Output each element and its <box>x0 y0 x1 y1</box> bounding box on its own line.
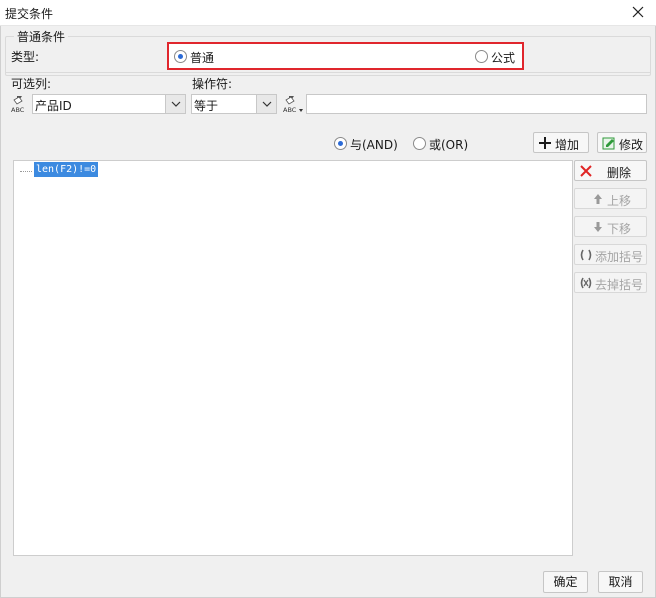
add-button-label: 增加 <box>555 138 580 152</box>
abc-field-icon[interactable]: ABC <box>282 94 304 114</box>
condition-item[interactable]: len(F2)!=0 <box>34 162 99 177</box>
operator-select[interactable]: 等于 <box>191 94 277 114</box>
delete-button[interactable]: 删除 <box>574 160 647 181</box>
plus-icon <box>538 136 552 150</box>
add-brackets-button-label: 添加括号 <box>595 250 644 264</box>
type-selector: 普通 公式 <box>167 42 524 70</box>
column-label: 可选列: <box>11 77 52 91</box>
delete-icon <box>579 164 593 178</box>
brackets-icon <box>579 248 593 262</box>
add-button[interactable]: 增加 <box>533 132 589 153</box>
radio-and-label[interactable]: 与(AND) <box>350 136 398 153</box>
remove-brackets-button-label: 去掉括号 <box>595 278 644 292</box>
column-select[interactable]: 产品ID <box>32 94 186 114</box>
modify-button[interactable]: 修改 <box>597 132 647 153</box>
edit-icon <box>602 136 616 150</box>
cancel-button[interactable]: 取消 <box>598 571 643 593</box>
radio-normal-label[interactable]: 普通 <box>190 49 214 66</box>
operator-label: 操作符: <box>192 77 233 91</box>
radio-formula[interactable] <box>475 50 488 63</box>
ok-button[interactable]: 确定 <box>543 571 588 593</box>
title-bar: 提交条件 <box>0 0 656 26</box>
dialog-body: 普通条件 类型: 普通 公式 可选列: 操作符: ABC 产品ID 等于 ABC… <box>0 26 656 598</box>
operator-select-value: 等于 <box>194 99 219 113</box>
arrow-up-icon <box>591 192 605 206</box>
radio-formula-label[interactable]: 公式 <box>491 49 515 66</box>
svg-text:ABC: ABC <box>11 106 25 114</box>
remove-brackets-button[interactable]: 去掉括号 <box>574 272 647 293</box>
conditions-tree[interactable]: len(F2)!=0 <box>13 160 573 556</box>
svg-text:ABC: ABC <box>283 106 297 114</box>
radio-or-label[interactable]: 或(OR) <box>429 136 468 153</box>
column-select-value: 产品ID <box>35 99 72 113</box>
move-up-button[interactable]: 上移 <box>574 188 647 209</box>
modify-button-label: 修改 <box>619 138 644 152</box>
window-title: 提交条件 <box>5 7 54 21</box>
group-legend: 普通条件 <box>14 28 69 45</box>
move-down-button[interactable]: 下移 <box>574 216 647 237</box>
close-icon[interactable] <box>628 2 648 22</box>
arrow-down-icon <box>591 220 605 234</box>
type-label: 类型: <box>11 50 40 64</box>
abc-field-icon: ABC <box>10 94 32 114</box>
delete-button-label: 删除 <box>607 166 632 180</box>
chevron-down-icon[interactable] <box>165 95 185 113</box>
remove-brackets-icon <box>579 276 593 290</box>
radio-or[interactable] <box>413 137 426 150</box>
tree-connector <box>20 171 32 172</box>
add-brackets-button[interactable]: 添加括号 <box>574 244 647 265</box>
move-down-button-label: 下移 <box>607 222 632 236</box>
value-input[interactable] <box>306 94 647 114</box>
divider <box>5 72 651 73</box>
radio-and[interactable] <box>334 137 347 150</box>
move-up-button-label: 上移 <box>607 194 632 208</box>
chevron-down-icon[interactable] <box>256 95 276 113</box>
radio-normal[interactable] <box>174 50 187 63</box>
